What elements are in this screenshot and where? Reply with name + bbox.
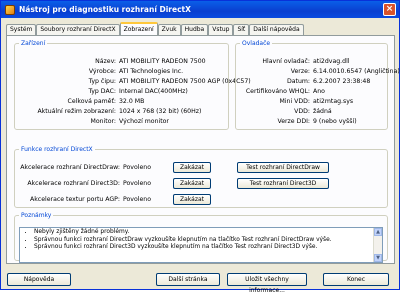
tab-system[interactable]: Systém — [6, 24, 37, 35]
test-direct3d-button[interactable]: Test rozhraní Direct3D — [237, 178, 329, 189]
next-page-button[interactable]: Další stránka — [156, 273, 220, 286]
display-mode-value: 1024 x 768 (32 bit) (60Hz) — [119, 108, 202, 115]
notes-list[interactable]: Nebyly zjištěny žádné problémy. Správnou… — [19, 227, 383, 263]
disable-direct3d-button[interactable]: Zakázat — [173, 178, 211, 189]
drivers-group: Ovladače Hlavní ovladač: ati2dvag.dll Ve… — [235, 40, 400, 130]
help-button[interactable]: Nápověda — [7, 273, 71, 286]
display-tab-panel: Zařízení Název: ATI MOBILITY RADEON 7500… — [6, 35, 400, 264]
tab-input[interactable]: Vstup — [208, 24, 234, 35]
display-mode-label: Aktuální režim zobrazení: — [37, 108, 116, 115]
tab-network[interactable]: Síť — [233, 24, 250, 35]
total-memory-value: 32.0 MB — [119, 98, 145, 105]
title-bar[interactable]: Nástroj pro diagnostiku rozhraní DirectX… — [1, 1, 399, 18]
ddi-version-label: Verze DDI: — [277, 118, 310, 125]
dac-type-value: Internal DAC(400MHz) — [119, 88, 188, 95]
device-name-value: ATI MOBILITY RADEON 7500 — [119, 58, 206, 65]
device-name-label: Název: — [95, 58, 116, 65]
tab-more-help[interactable]: Další nápověda — [249, 24, 304, 35]
notes-group: Poznámky Nebyly zjištěny žádné problémy.… — [14, 212, 388, 263]
note-item: Správnou funkci rozhraní Direct3D vyzkou… — [34, 244, 382, 252]
drivers-group-title: Ovladače — [242, 40, 271, 47]
notes-title: Poznámky — [21, 212, 52, 219]
driver-date-value: 6.2.2007 23:38:48 — [313, 78, 371, 85]
directx-features-title: Funkce rozhraní DirectX — [21, 146, 93, 153]
driver-date-label: Datum: — [286, 78, 310, 85]
disable-directdraw-button[interactable]: Zakázat — [173, 162, 211, 173]
tab-display[interactable]: Zobrazení — [119, 22, 158, 35]
tab-directx-files[interactable]: Soubory rozhraní DirectX — [36, 24, 120, 35]
close-window-button[interactable]: × — [383, 3, 396, 16]
ddi-version-value: 9 (nebo vyšší) — [313, 118, 357, 125]
save-all-info-button[interactable]: Uložit všechny informace... — [227, 273, 307, 294]
note-item: Nebyly zjištěny žádné problémy. — [34, 229, 382, 237]
directdraw-accel-status: Povoleno — [123, 164, 151, 171]
notes-scrollbar[interactable]: ▲ ▼ — [373, 228, 382, 262]
tab-sound[interactable]: Zvuk — [157, 24, 181, 35]
dac-type-label: Typ DAC: — [88, 88, 116, 95]
agp-texture-accel-status: Povoleno — [123, 196, 151, 203]
main-driver-label: Hlavní ovladač: — [262, 58, 310, 65]
dxdiag-app-icon — [5, 4, 15, 15]
device-manufacturer-label: Výrobce: — [88, 68, 116, 75]
directdraw-accel-label: Akcelerace rozhraní DirectDraw: — [20, 164, 120, 171]
monitor-value: Výchozí monitor — [119, 118, 169, 125]
chip-type-label: Typ čipu: — [88, 78, 116, 85]
direct3d-accel-label: Akcelerace rozhraní Direct3D: — [27, 180, 120, 187]
disable-agp-texture-button[interactable]: Zakázat — [173, 194, 211, 205]
agp-texture-accel-label: Akcelerace textur portu AGP: — [29, 196, 120, 203]
vdd-label: VDD: — [294, 108, 310, 115]
monitor-label: Monitor: — [90, 118, 117, 125]
driver-version-value: 6.14.0010.6547 (Angličtina) — [313, 68, 400, 75]
vdd-value: žádná — [313, 108, 332, 115]
mini-vdd-value: ati2mtag.sys — [313, 98, 354, 105]
tab-music[interactable]: Hudba — [180, 24, 209, 35]
mini-vdd-label: Mini VDD: — [279, 98, 310, 105]
whql-label: Certifikováno WHQL: — [245, 88, 310, 95]
scroll-down-icon[interactable]: ▼ — [374, 254, 382, 262]
test-directdraw-button[interactable]: Test rozhraní DirectDraw — [237, 162, 329, 173]
direct3d-accel-status: Povoleno — [123, 180, 151, 187]
main-driver-value: ati2dvag.dll — [313, 58, 350, 65]
device-group-title: Zařízení — [21, 40, 46, 47]
window-title: Nástroj pro diagnostiku rozhraní DirectX — [19, 5, 191, 14]
exit-button[interactable]: Konec — [323, 273, 389, 286]
dxdiag-window: Nástroj pro diagnostiku rozhraní DirectX… — [0, 0, 400, 294]
device-group: Zařízení Název: ATI MOBILITY RADEON 7500… — [14, 40, 251, 130]
driver-version-label: Verze: — [290, 68, 310, 75]
device-manufacturer-value: ATI Technologies Inc. — [119, 68, 184, 75]
scroll-up-icon[interactable]: ▲ — [374, 228, 382, 236]
total-memory-label: Celková paměť: — [67, 98, 116, 105]
whql-value: Ano — [313, 88, 325, 95]
note-item: Správnou funkci rozhraní DirectDraw vyzk… — [34, 237, 382, 245]
directx-features-group: Funkce rozhraní DirectX Akcelerace rozhr… — [14, 146, 388, 208]
chip-type-value: ATI MOBILITY RADEON 7500 AGP (0x4C57) — [119, 78, 251, 85]
tab-strip: Systém Soubory rozhraní DirectX Zobrazen… — [6, 22, 304, 35]
